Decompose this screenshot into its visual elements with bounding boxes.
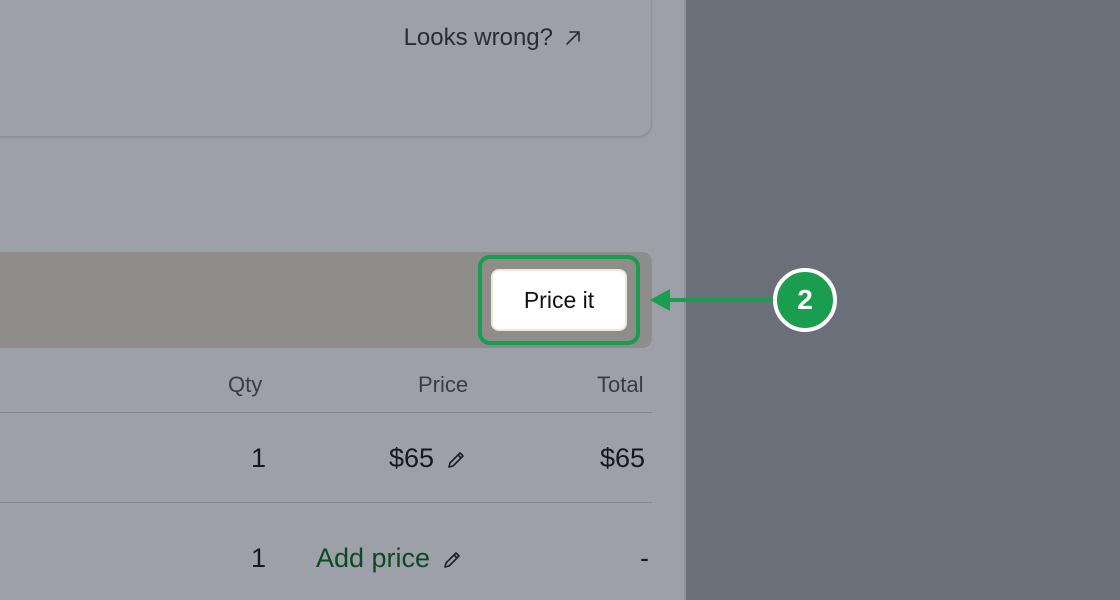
price-column-header: Price [418,372,469,397]
row-divider [0,502,652,503]
price-it-button[interactable]: Price it [491,269,627,331]
info-card: Looks wrong? [0,0,652,137]
pencil-icon[interactable] [442,550,462,570]
price-it-highlight: Price it [478,255,640,345]
row-total: - [640,543,649,573]
row-qty: 1 [251,543,267,573]
arrow-line [668,298,774,302]
row-qty: 1 [251,443,267,473]
row-price[interactable]: $65 [389,443,466,474]
header-divider [0,412,652,413]
add-price-label: Add price [316,543,431,573]
step-badge: 2 [773,268,837,332]
add-price-link[interactable]: Add price [316,543,462,574]
arrow-head [650,289,670,311]
row-total: $65 [600,443,646,473]
order-panel: Looks wrong? Price it Qty Price Total 1 … [0,0,686,600]
total-column-header: Total [597,372,644,397]
pencil-icon[interactable] [446,450,466,470]
qty-column-header: Qty [228,372,263,397]
row-price-value: $65 [389,443,435,473]
looks-wrong-label: Looks wrong? [403,24,553,51]
looks-wrong-link[interactable]: Looks wrong? [404,24,581,52]
arrow-up-right-icon [566,31,580,45]
